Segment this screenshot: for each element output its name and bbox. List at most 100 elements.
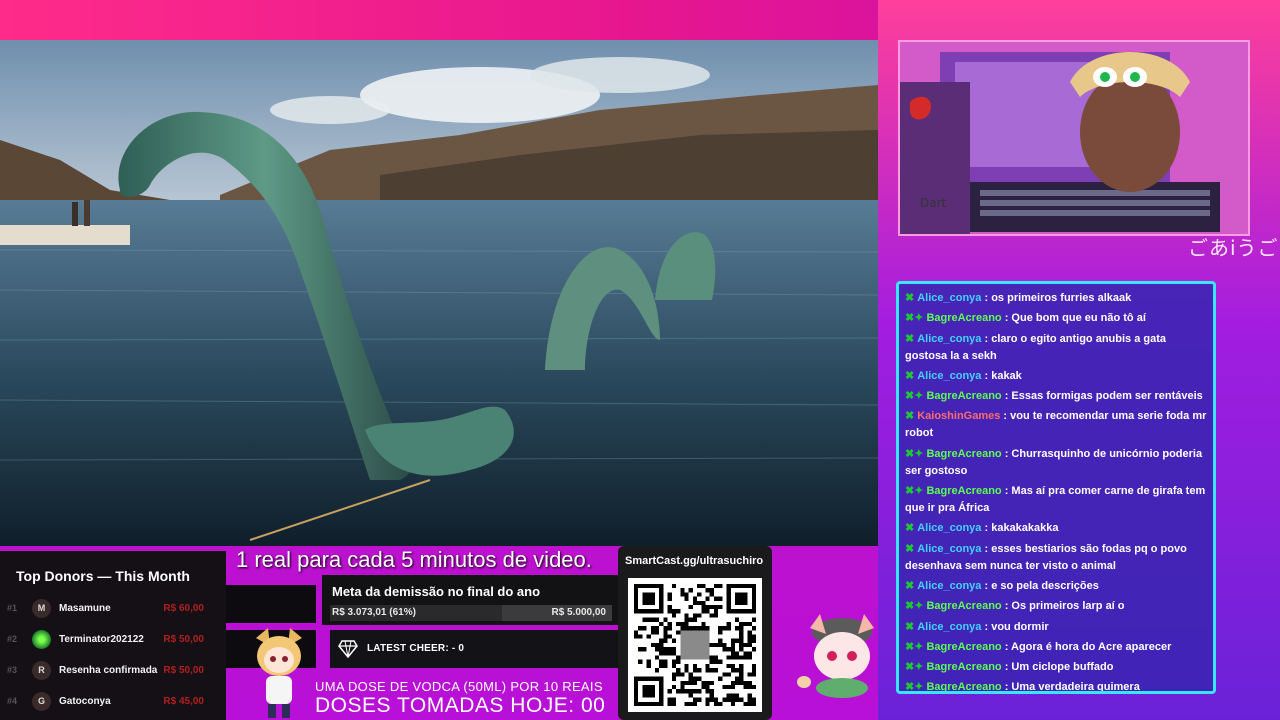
top-donors-title: Top Donors — This Month (16, 568, 190, 584)
chat-text: : vou dormir (984, 620, 1049, 633)
chat-text: : Que bom que eu não tô aí (1004, 312, 1146, 325)
chat-text: : Os primeiros larp aí o (1004, 600, 1125, 613)
donor-row: #1 M Masamune R$ 60,00 (0, 598, 226, 620)
chat-text: : Essas formigas podem ser rentáveis (1004, 390, 1203, 403)
cat-hat-mascot (796, 612, 888, 709)
chat-username[interactable]: Alice_conya (917, 333, 981, 345)
donor-avatar: M (32, 599, 51, 618)
chat-badge-icon: ✖ (905, 522, 915, 535)
chat-message: ✖✦ BagreAcreano : Uma verdadeira quimera (905, 679, 1207, 694)
chat-username[interactable]: Alice_conya (917, 543, 981, 555)
chat-message: ✖ Alice_conya : claro o egito antigo anub… (905, 331, 1207, 365)
chat-username[interactable]: Alice_conya (917, 292, 981, 304)
donor-name: Masamune (59, 603, 111, 614)
chat-text: : e so pela descrições (984, 579, 1099, 592)
donor-amount: R$ 60,00 (163, 603, 204, 614)
chat-badge-icon: ✖✦ (905, 447, 924, 460)
top-donors-panel: Top Donors — This Month #1 M Masamune R$… (0, 551, 226, 720)
chat-badge-icon: ✖✦ (905, 600, 924, 613)
chat-message: ✖ KaioshinGames : vou te recomendar uma s… (905, 408, 1207, 442)
qr-url: SmartCast.gg/ultrasuchiro (625, 555, 764, 567)
chat-message: ✖✦ BagreAcreano : Que bom que eu não tô a… (905, 310, 1207, 327)
donor-name: Resenha confirmada (59, 665, 158, 676)
chat-text: : Agora é hora do Acre aparecer (1004, 640, 1172, 653)
overlay-block (226, 585, 316, 623)
donor-row: #4 G Gatoconya R$ 45,00 (0, 691, 226, 713)
chat-badge-icon: ✖ (905, 410, 915, 423)
chat-username[interactable]: BagreAcreano (926, 661, 1001, 673)
donor-rank: #3 (7, 665, 18, 675)
chat-username[interactable]: BagreAcreano (926, 390, 1001, 402)
chat-badge-icon: ✖✦ (905, 390, 924, 403)
chat-username[interactable]: KaioshinGames (917, 410, 1000, 422)
donor-amount: R$ 50,00 (163, 665, 204, 676)
chat-username[interactable]: BagreAcreano (926, 641, 1001, 653)
donor-rank: #2 (7, 634, 18, 644)
chat-message: ✖✦ BagreAcreano : Essas formigas podem se… (905, 388, 1207, 405)
video-subtitle: 1 real para cada 5 minutos de video. (236, 547, 592, 572)
chat-badge-icon: ✖ (905, 620, 915, 633)
chat-username[interactable]: Alice_conya (917, 522, 981, 534)
donor-name: Terminator202122 (59, 634, 144, 645)
donor-amount: R$ 50,00 (163, 634, 204, 645)
chat-message: ✖✦ BagreAcreano : Mas aí pra comer carne … (905, 483, 1207, 517)
chat-message: ✖ Alice_conya : os primeiros furries alka… (905, 290, 1207, 307)
chat-message-list: ✖ Alice_conya : os primeiros furries alka… (905, 290, 1207, 694)
chat-username[interactable]: BagreAcreano (926, 312, 1001, 324)
donor-name: Gatoconya (59, 696, 111, 707)
chat-badge-icon: ✖ (905, 332, 915, 345)
chat-text: : kakak (984, 369, 1022, 382)
latest-cheer-text: LATEST CHEER: - 0 (367, 643, 465, 654)
chat-username[interactable]: BagreAcreano (926, 681, 1001, 691)
donor-rank: #4 (7, 696, 18, 706)
goal-current: R$ 3.073,01 (61%) (332, 607, 416, 618)
chat-message-cut (905, 284, 1207, 290)
vodka-counter: DOSES TOMADAS HOJE: 00 (315, 694, 606, 717)
goal-widget: Meta da demissão no final do ano R$ 3.07… (322, 575, 618, 625)
chat-username[interactable]: BagreAcreano (926, 448, 1001, 460)
chat-username[interactable]: Alice_conya (917, 621, 981, 633)
chat-username[interactable]: BagreAcreano (926, 600, 1001, 612)
donor-avatar (32, 630, 51, 649)
chat-username[interactable]: BagreAcreano (926, 485, 1001, 497)
diamond-icon (338, 640, 358, 663)
chat-badge-icon: ✖✦ (905, 640, 924, 653)
cat-girl-mascot (248, 628, 310, 720)
latest-cheer-widget: LATEST CHEER: - 0 (330, 630, 618, 668)
donor-amount: R$ 45,00 (163, 696, 204, 707)
chat-badge-icon: ✖✦ (905, 661, 924, 674)
facecam-tag: ごあiうご (1188, 236, 1279, 260)
donor-avatar: R (32, 661, 51, 680)
chat-badge-icon: ✖ (905, 579, 915, 592)
chat-message: ✖✦ BagreAcreano : Os primeiros larp aí o (905, 598, 1207, 615)
keyboard-label: Dart (920, 196, 947, 210)
chat-message: ✖✦ BagreAcreano : Um ciclope buffado (905, 659, 1207, 676)
donor-row: #3 R Resenha confirmada R$ 50,00 (0, 660, 226, 682)
donor-avatar: G (32, 692, 51, 711)
chat-text: : Uma verdadeira quimera (1004, 681, 1140, 694)
chat-badge-icon: ✖✦ (905, 681, 924, 694)
chat-badge-icon: ✖ (905, 369, 915, 382)
chat-message: ✖✦ BagreAcreano : Churrasquinho de unicór… (905, 446, 1207, 480)
main-video[interactable] (0, 40, 878, 546)
chat-message: ✖ Alice_conya : e so pela descrições (905, 578, 1207, 595)
chat-text: : Um ciclope buffado (1004, 661, 1114, 674)
chat-text: : kakakakakka (984, 522, 1059, 535)
donor-row: #2 Terminator202122 R$ 50,00 (0, 629, 226, 651)
chat-username[interactable]: Alice_conya (917, 580, 981, 592)
chat-badge-icon: ✖ (905, 292, 915, 304)
vodka-offer: UMA DOSE DE VODCA (50ML) POR 10 REAIS (315, 679, 603, 694)
chat-message: ✖ Alice_conya : kakakakakka (905, 520, 1207, 537)
chat-badge-icon: ✖ (905, 542, 915, 555)
goal-title: Meta da demissão no final do ano (332, 584, 541, 599)
goal-target: R$ 5.000,00 (551, 607, 607, 618)
facecam-window[interactable]: Dart (898, 40, 1250, 236)
chat-username[interactable]: Alice_conya (917, 370, 981, 382)
chat-message: ✖ Alice_conya : kakak (905, 368, 1207, 385)
qr-code-image[interactable] (628, 578, 762, 712)
chat-message: ✖ Alice_conya : esses bestiarios são foda… (905, 541, 1207, 575)
chat-panel[interactable]: ✖ Alice_conya : os primeiros furries alka… (896, 281, 1216, 694)
chat-message: ✖ Alice_conya : vou dormir (905, 619, 1207, 636)
chat-message: ✖✦ BagreAcreano : Agora é hora do Acre ap… (905, 639, 1207, 656)
donor-rank: #1 (7, 603, 18, 613)
